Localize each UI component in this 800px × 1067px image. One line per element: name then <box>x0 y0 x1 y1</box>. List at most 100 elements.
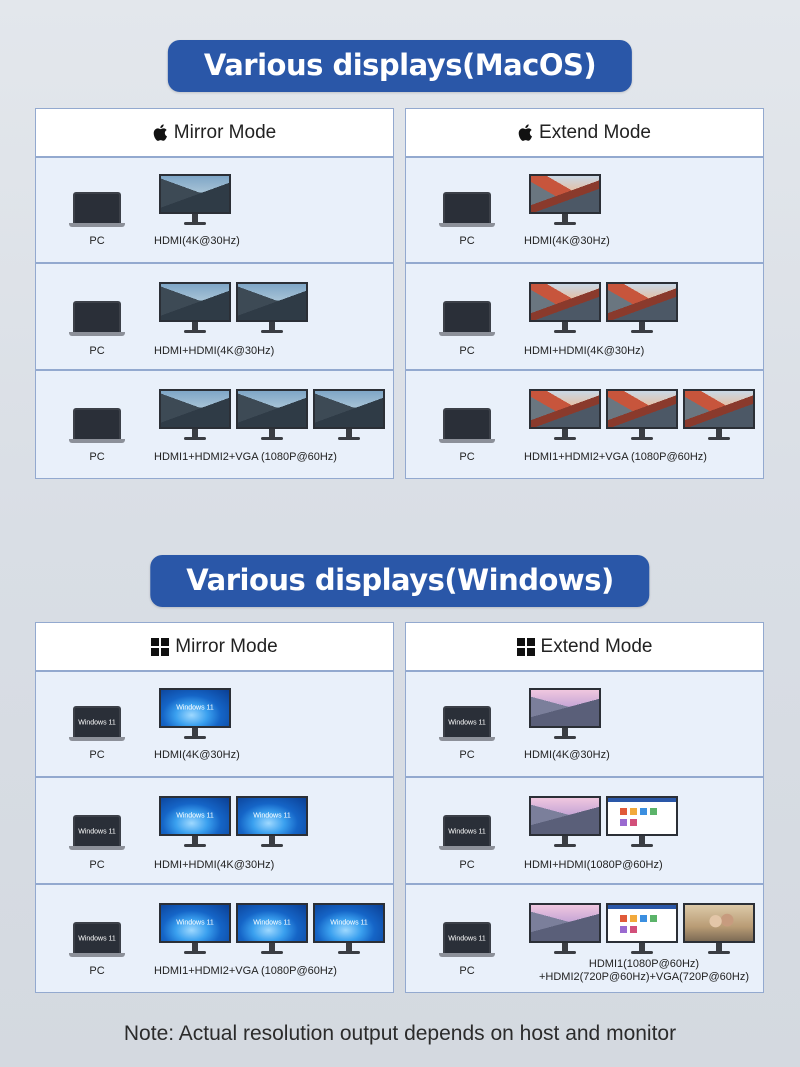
config-row: PC HDMI(4K@30Hz) <box>406 158 763 264</box>
connection-label: HDMI1+HDMI2+VGA (1080P@60Hz) <box>154 965 337 977</box>
pc-label: PC <box>459 345 475 357</box>
config-row: PC HDMI1+HDMI2+VGA (1080P@60Hz) <box>36 371 393 478</box>
footnote: Note: Actual resolution output depends o… <box>123 1022 677 1045</box>
monitor-group: Windows 11 Windows 11 Windows 11 <box>159 903 385 954</box>
monitor-icon <box>159 174 231 225</box>
connection-label: HDMI1+HDMI2+VGA (1080P@60Hz) <box>524 451 707 463</box>
monitor-icon: Windows 11 <box>159 903 231 954</box>
laptop-icon <box>439 408 495 443</box>
config-row: Windows 11 PC Windows 11 Windows 11 HDMI… <box>36 778 393 885</box>
panel-header-label: Mirror Mode <box>173 121 277 143</box>
panel-header: Mirror Mode <box>36 109 393 158</box>
panel-header: Mirror Mode <box>36 623 393 672</box>
monitor-group <box>529 688 601 739</box>
pc-label: PC <box>459 451 475 463</box>
panel-header-label: Extend Mode <box>539 121 651 143</box>
monitor-icon <box>236 282 308 333</box>
connection-label-line1: HDMI1(1080P@60Hz) <box>588 958 700 970</box>
connection-label: HDMI(4K@30Hz) <box>154 235 240 247</box>
monitor-icon <box>606 389 678 440</box>
monitor-group <box>529 903 755 954</box>
section-title-windows: Various displays(Windows) <box>150 555 650 607</box>
connection-label-line2: +HDMI2(720P@60Hz)+VGA(720P@60Hz) <box>538 971 750 983</box>
monitor-icon <box>159 389 231 440</box>
connection-label: HDMI(4K@30Hz) <box>524 235 610 247</box>
monitor-icon: Windows 11 <box>236 796 308 847</box>
section-title-macos: Various displays(MacOS) <box>167 40 633 92</box>
pc-label: PC <box>459 235 475 247</box>
windows-logo-icon <box>151 637 170 656</box>
connection-label: HDMI+HDMI(4K@30Hz) <box>154 345 275 357</box>
monitor-icon <box>683 903 755 954</box>
connection-label: HDMI(4K@30Hz) <box>154 749 240 761</box>
monitor-icon: Windows 11 <box>159 688 231 739</box>
laptop-icon: Windows 11 <box>69 706 125 741</box>
monitor-icon <box>529 903 601 954</box>
laptop-icon: Windows 11 <box>439 815 495 850</box>
pc-label: PC <box>89 749 105 761</box>
monitor-group <box>529 389 755 440</box>
monitor-icon <box>529 282 601 333</box>
connection-label: HDMI(4K@30Hz) <box>524 749 610 761</box>
config-row: PC HDMI1+HDMI2+VGA (1080P@60Hz) <box>406 371 763 478</box>
connection-label: HDMI+HDMI(4K@30Hz) <box>524 345 645 357</box>
monitor-icon <box>313 389 385 440</box>
monitor-icon <box>236 389 308 440</box>
laptop-icon <box>439 301 495 336</box>
panel-macos-extend: Extend Mode PC HDMI(4K@30Hz) PC HDMI+HDM… <box>405 108 764 479</box>
panel-macos-mirror: Mirror Mode PC HDMI(4K@30Hz) PC HDMI+HDM… <box>35 108 394 479</box>
connection-label: HDMI+HDMI(4K@30Hz) <box>154 859 275 871</box>
config-row: Windows 11 PC Windows 11 Windows 11 Wind… <box>36 885 393 992</box>
monitor-icon <box>159 282 231 333</box>
panel-header: Extend Mode <box>406 623 763 672</box>
monitor-icon <box>529 174 601 225</box>
config-row: Windows 11 PC HDMI1(1080P@60Hz) +HDMI2(7… <box>406 885 763 992</box>
monitor-icon <box>683 389 755 440</box>
monitor-icon: Windows 11 <box>159 796 231 847</box>
laptop-icon: Windows 11 <box>439 706 495 741</box>
pc-label: PC <box>459 749 475 761</box>
pc-label: PC <box>89 859 105 871</box>
config-row: PC HDMI+HDMI(4K@30Hz) <box>406 264 763 371</box>
panel-header-label: Mirror Mode <box>175 635 278 657</box>
monitor-group: Windows 11 Windows 11 <box>159 796 308 847</box>
monitor-icon <box>529 796 601 847</box>
pc-label: PC <box>459 965 475 977</box>
monitor-group <box>159 282 308 333</box>
laptop-icon <box>439 192 495 227</box>
laptop-icon <box>69 408 125 443</box>
monitor-icon <box>529 389 601 440</box>
config-row: Windows 11 PC HDMI+HDMI(1080P@60Hz) <box>406 778 763 885</box>
config-row: Windows 11 PC HDMI(4K@30Hz) <box>406 672 763 778</box>
monitor-icon: Windows 11 <box>236 903 308 954</box>
panel-header-label: Extend Mode <box>540 635 653 657</box>
monitor-icon: Windows 11 <box>313 903 385 954</box>
apple-icon <box>518 124 532 141</box>
pc-label: PC <box>89 451 105 463</box>
windows-logo-icon <box>516 637 535 656</box>
laptop-icon: Windows 11 <box>69 815 125 850</box>
connection-label: HDMI1+HDMI2+VGA (1080P@60Hz) <box>154 451 337 463</box>
panel-windows-extend: Extend Mode Windows 11 PC HDMI(4K@30Hz) … <box>405 622 764 993</box>
monitor-icon <box>606 796 678 847</box>
monitor-icon <box>529 688 601 739</box>
pc-label: PC <box>89 965 105 977</box>
laptop-icon <box>69 192 125 227</box>
panel-windows-mirror: Mirror Mode Windows 11 PC Windows 11 HDM… <box>35 622 394 993</box>
pc-label: PC <box>459 859 475 871</box>
panel-header: Extend Mode <box>406 109 763 158</box>
monitor-group: Windows 11 <box>159 688 231 739</box>
config-row: Windows 11 PC Windows 11 HDMI(4K@30Hz) <box>36 672 393 778</box>
monitor-group <box>159 389 385 440</box>
monitor-group <box>529 282 678 333</box>
apple-icon <box>153 124 167 141</box>
monitor-group <box>529 796 678 847</box>
pc-label: PC <box>89 235 105 247</box>
laptop-icon: Windows 11 <box>439 922 495 957</box>
laptop-icon <box>69 301 125 336</box>
monitor-icon <box>606 903 678 954</box>
config-row: PC HDMI+HDMI(4K@30Hz) <box>36 264 393 371</box>
monitor-icon <box>606 282 678 333</box>
config-row: PC HDMI(4K@30Hz) <box>36 158 393 264</box>
connection-label: HDMI1(1080P@60Hz) +HDMI2(720P@60Hz)+VGA(… <box>524 958 764 984</box>
